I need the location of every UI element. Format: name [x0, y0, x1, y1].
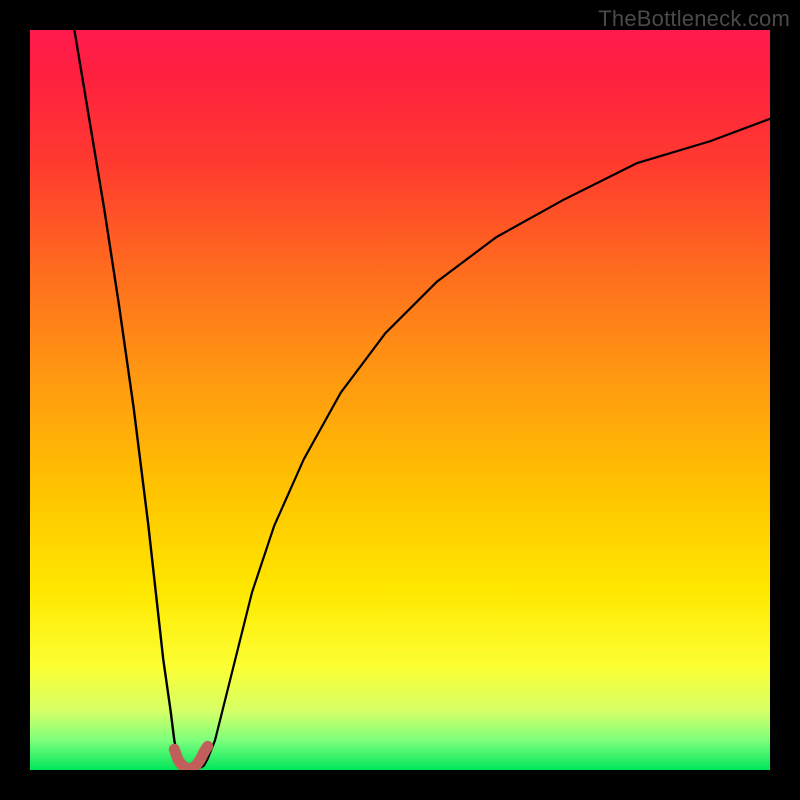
chart-frame: TheBottleneck.com — [0, 0, 800, 800]
watermark-text: TheBottleneck.com — [598, 6, 790, 32]
valley-marker — [174, 746, 207, 768]
curve-right-branch — [200, 119, 770, 768]
plot-area — [30, 30, 770, 770]
curve-left-branch — [74, 30, 185, 768]
bottleneck-curve — [30, 30, 770, 770]
